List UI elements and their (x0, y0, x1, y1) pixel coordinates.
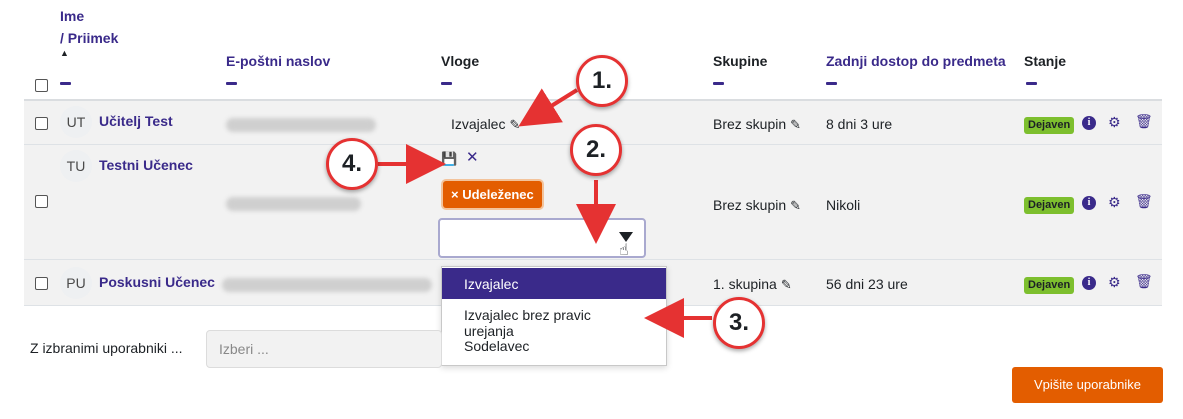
callout-2: 2. (570, 124, 622, 176)
callout-1: 1. (576, 55, 628, 107)
callout-3: 3. (713, 297, 765, 349)
arrow-1 (518, 88, 579, 127)
participants-page: Ime / Priimek ▲ E-poštni naslov Vloge Sk… (0, 0, 1183, 419)
callout-4: 4. (326, 138, 378, 190)
